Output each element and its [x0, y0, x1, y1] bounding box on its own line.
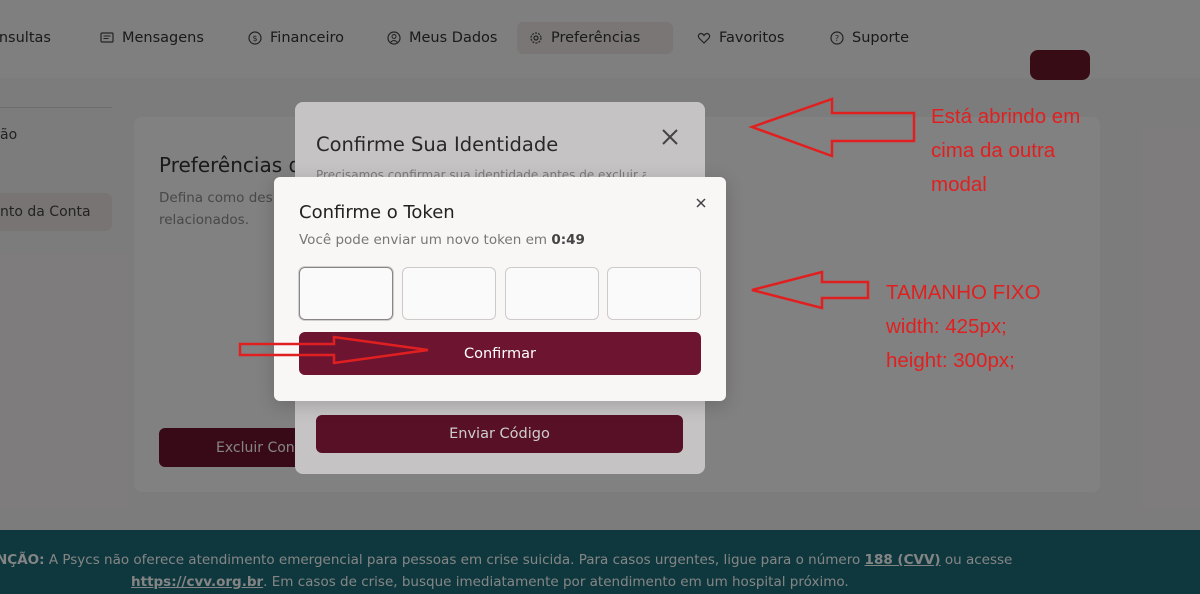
confirm-label: Confirmar	[464, 345, 536, 362]
close-icon[interactable]	[693, 195, 709, 211]
resend-text: Você pode enviar um novo token em	[299, 232, 552, 248]
annotation-line: modal	[931, 173, 987, 196]
token-digit-3-input[interactable]	[505, 267, 599, 320]
annotation-line: height: 300px;	[886, 349, 1015, 372]
annotation-note-2: TAMANHO FIXO width: 425px; height: 300px…	[886, 276, 1041, 378]
token-digit-2-input[interactable]	[402, 267, 496, 320]
resend-timer: 0:49	[551, 232, 585, 248]
token-modal: Confirme o Token Você pode enviar um nov…	[274, 177, 726, 401]
token-digit-4-input[interactable]	[607, 267, 701, 320]
confirm-button[interactable]: Confirmar	[299, 332, 701, 375]
token-digit-1-input[interactable]	[299, 267, 393, 320]
annotation-line: Está abrindo em	[931, 105, 1081, 128]
annotation-line: cima da outra	[931, 139, 1056, 162]
annotation-line: width: 425px;	[886, 315, 1007, 338]
annotation-note-1: Está abrindo em cima da outra modal	[931, 100, 1080, 202]
token-modal-subtitle: Você pode enviar um novo token em 0:49	[299, 232, 585, 248]
token-modal-title: Confirme o Token	[299, 202, 455, 223]
annotation-line: TAMANHO FIXO	[886, 281, 1041, 304]
